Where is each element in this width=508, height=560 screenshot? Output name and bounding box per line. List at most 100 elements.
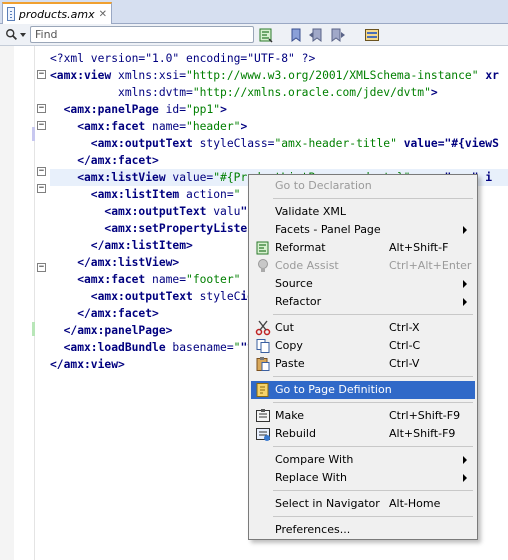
- menu-item-label: Copy: [275, 339, 303, 352]
- menu-item-label: Go to Page Definition: [275, 383, 392, 396]
- code-token: </amx:facet>: [50, 154, 159, 167]
- code-token: value=: [165, 171, 214, 184]
- code-token: <amx:facet: [50, 120, 146, 133]
- code-token: <amx:panelPage: [50, 103, 159, 116]
- menu-item-shortcut: Ctrl-C: [389, 339, 421, 352]
- code-token: </amx:facet>: [50, 307, 159, 320]
- menu-item-paste[interactable]: Paste Ctrl-V: [251, 355, 475, 373]
- next-bookmark-icon[interactable]: [330, 27, 346, 43]
- code-token: xmlns:xsi=: [111, 69, 187, 82]
- code-token: </amx:listView>: [50, 256, 180, 269]
- code-token: </amx:listItem>: [50, 239, 193, 252]
- menu-item-label: Refactor: [275, 295, 322, 308]
- code-token: <amx:facet: [50, 273, 146, 286]
- code-line[interactable]: <amx:outputText styleClass="amx-header-t…: [50, 135, 508, 152]
- code-token: id=: [158, 103, 187, 116]
- copy-icon: [256, 339, 270, 353]
- tab-products-amx[interactable]: products.amx ✕: [2, 2, 112, 24]
- scissors-icon: [255, 320, 271, 336]
- code-line[interactable]: </amx:facet>: [50, 152, 508, 169]
- menu-item-refactor[interactable]: Refactor: [251, 293, 475, 311]
- bookmark-icon[interactable]: [288, 27, 304, 43]
- menu-item-reformat[interactable]: Reformat Alt+Shift-F: [251, 239, 475, 257]
- menu-separator: [273, 314, 473, 315]
- find-field[interactable]: [30, 26, 254, 43]
- fold-collapse-icon[interactable]: −: [37, 184, 46, 193]
- menu-item-label: Cut: [275, 321, 294, 334]
- menu-item-rebuild[interactable]: Rebuild Alt+Shift-F9: [251, 425, 475, 443]
- change-marker: [32, 127, 35, 141]
- code-token: >: [220, 103, 227, 116]
- menu-item-facets-panel-page[interactable]: Facets - Panel Page: [251, 221, 475, 239]
- menu-item-label: Go to Declaration: [275, 179, 372, 192]
- menu-item-shortcut: Ctrl-V: [389, 357, 420, 370]
- fold-collapse-icon[interactable]: −: [37, 263, 46, 272]
- bulb-icon: [258, 259, 268, 272]
- code-token: styleClass=: [192, 137, 275, 150]
- code-token: <amx:listView: [50, 171, 166, 184]
- previous-bookmark-icon[interactable]: [308, 27, 324, 43]
- fold-collapse-icon[interactable]: −: [37, 121, 46, 130]
- split-view-icon[interactable]: [364, 27, 380, 43]
- code-token: styleC: [192, 290, 241, 303]
- editor-gutter: [0, 46, 35, 560]
- code-token: "http://www.w3.org/2001/XMLSchema-instan…: [186, 69, 479, 82]
- code-token: <amx:loadBundle: [50, 341, 166, 354]
- menu-separator: [273, 198, 473, 199]
- menu-item-code-assist[interactable]: Code Assist Ctrl+Alt+Enter: [251, 257, 475, 275]
- menu-item-preferences[interactable]: Preferences...: [251, 521, 475, 539]
- menu-separator: [273, 376, 473, 377]
- code-token: <amx:listItem: [50, 188, 180, 201]
- menu-item-label: Select in Navigator: [275, 497, 380, 510]
- code-line[interactable]: <amx:facet name="header">: [50, 118, 508, 135]
- context-menu: Go to Declaration Validate XML Facets - Pa…: [248, 174, 478, 540]
- find-input[interactable]: [35, 28, 253, 41]
- chevron-down-icon[interactable]: [20, 33, 26, 37]
- menu-item-shortcut: Ctrl+Alt+Enter: [389, 259, 472, 272]
- code-token: valu: [206, 205, 241, 218]
- fold-collapse-icon[interactable]: −: [37, 167, 46, 176]
- menu-item-label: Code Assist: [275, 259, 339, 272]
- code-token: <amx:setPropertyListe: [50, 222, 248, 235]
- code-token: <amx:outputText: [50, 137, 193, 150]
- code-token: action=: [179, 188, 234, 201]
- submenu-arrow-icon: [463, 298, 467, 306]
- menu-item-label: Preferences...: [275, 523, 351, 536]
- menu-item-go-to-declaration[interactable]: Go to Declaration: [251, 177, 475, 195]
- menu-item-replace-with[interactable]: Replace With: [251, 469, 475, 487]
- code-line[interactable]: <amx:view xmlns:xsi="http://www.w3.org/2…: [50, 67, 508, 84]
- code-token: xmlns:dvtm=: [118, 86, 193, 99]
- fold-collapse-icon[interactable]: −: [37, 104, 46, 113]
- menu-item-label: Rebuild: [275, 427, 316, 440]
- menu-item-label: Compare With: [275, 453, 354, 466]
- menu-item-select-in-navigator[interactable]: Select in Navigator Alt-Home: [251, 495, 475, 513]
- menu-item-cut[interactable]: Cut Ctrl-X: [251, 319, 475, 337]
- close-icon[interactable]: ✕: [99, 9, 107, 20]
- menu-item-compare-with[interactable]: Compare With: [251, 451, 475, 469]
- code-line[interactable]: xmlns:dvtm="http://xmlns.oracle.com/jdev…: [50, 84, 508, 101]
- menu-item-copy[interactable]: Copy Ctrl-C: [251, 337, 475, 355]
- paste-icon: [256, 357, 270, 371]
- code-token: </amx:view>: [50, 358, 125, 371]
- menu-separator: [273, 516, 473, 517]
- submenu-arrow-icon: [463, 280, 467, 288]
- reformat-icon[interactable]: [258, 27, 274, 43]
- code-token: basename=: [165, 341, 234, 354]
- editor-toolbar: [0, 24, 508, 46]
- menu-item-go-to-page-definition[interactable]: Go to Page Definition: [251, 381, 475, 399]
- submenu-arrow-icon: [463, 226, 467, 234]
- make-icon: [256, 409, 270, 422]
- menu-item-make[interactable]: Make Ctrl+Shift-F9: [251, 407, 475, 425]
- code-token: name=: [145, 273, 187, 286]
- submenu-arrow-icon: [463, 474, 467, 482]
- menu-item-label: Replace With: [275, 471, 347, 484]
- code-line[interactable]: <amx:panelPage id="pp1">: [50, 101, 508, 118]
- menu-item-validate-xml[interactable]: Validate XML: [251, 203, 475, 221]
- menu-item-label: Make: [275, 409, 304, 422]
- code-token: "amx-header-title": [274, 137, 397, 150]
- code-line[interactable]: <?xml version="1.0" encoding="UTF-8" ?>: [50, 50, 508, 67]
- search-icon[interactable]: [5, 28, 19, 42]
- change-marker: [32, 322, 35, 336]
- menu-item-source[interactable]: Source: [251, 275, 475, 293]
- fold-collapse-icon[interactable]: −: [37, 70, 46, 79]
